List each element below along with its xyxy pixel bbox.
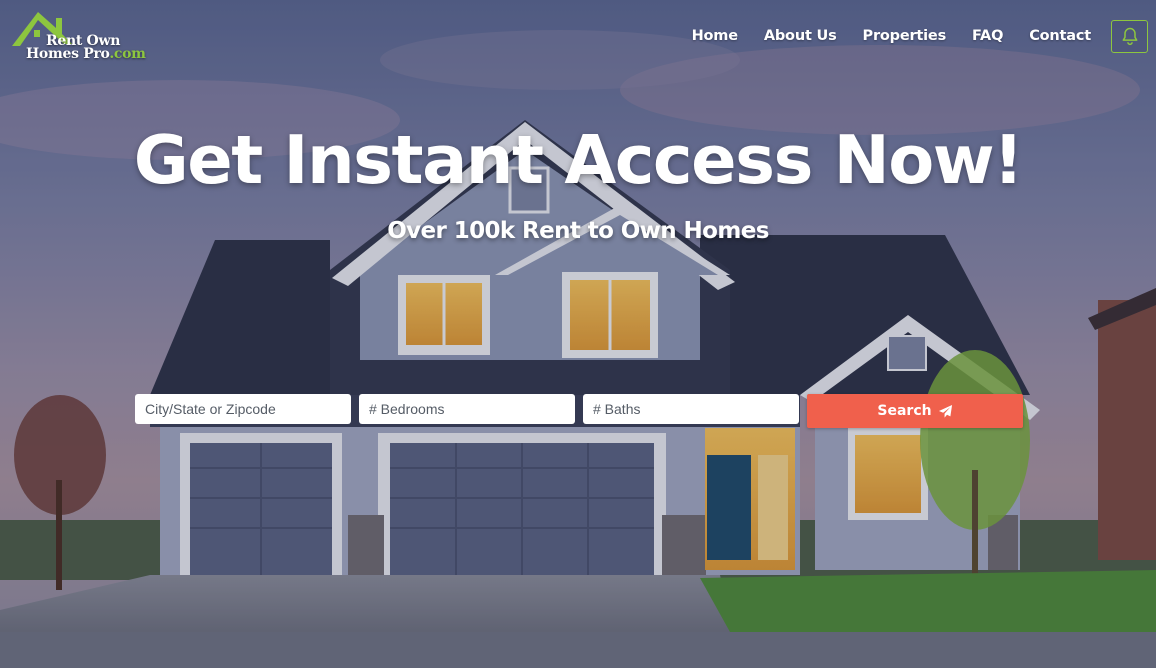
bell-icon — [1122, 27, 1137, 46]
hero-subtitle: Over 100k Rent to Own Homes — [387, 218, 769, 244]
hero-title: Get Instant Access Now! — [133, 121, 1024, 199]
location-input[interactable] — [135, 394, 351, 424]
nav-link-home[interactable]: Home — [692, 28, 738, 44]
nav-link-faq[interactable]: FAQ — [972, 28, 1003, 44]
logo-text-suffix: .com — [109, 46, 146, 62]
brand-logo[interactable]: Rent Own Homes Pro.com — [10, 8, 150, 64]
notifications-button[interactable] — [1111, 19, 1148, 53]
landing-page: Rent Own Homes Pro.com Home About Us Pro… — [0, 0, 1156, 668]
search-button-label: Search — [877, 403, 932, 419]
nav-link-contact[interactable]: Contact — [1029, 28, 1091, 44]
search-button[interactable]: Search — [807, 394, 1023, 428]
paper-plane-icon — [938, 404, 953, 419]
logo-text-main: Homes Pro — [26, 46, 110, 62]
hero-background-image — [0, 0, 1156, 668]
nav-link-about-us[interactable]: About Us — [764, 28, 837, 44]
bedrooms-input[interactable] — [359, 394, 575, 424]
nav-link-properties[interactable]: Properties — [863, 28, 947, 44]
baths-input[interactable] — [583, 394, 799, 424]
property-search-form: Search — [135, 394, 1023, 428]
logo-text-line2: Homes Pro.com — [26, 47, 146, 61]
main-nav: Home About Us Properties FAQ Contact — [666, 19, 1148, 53]
